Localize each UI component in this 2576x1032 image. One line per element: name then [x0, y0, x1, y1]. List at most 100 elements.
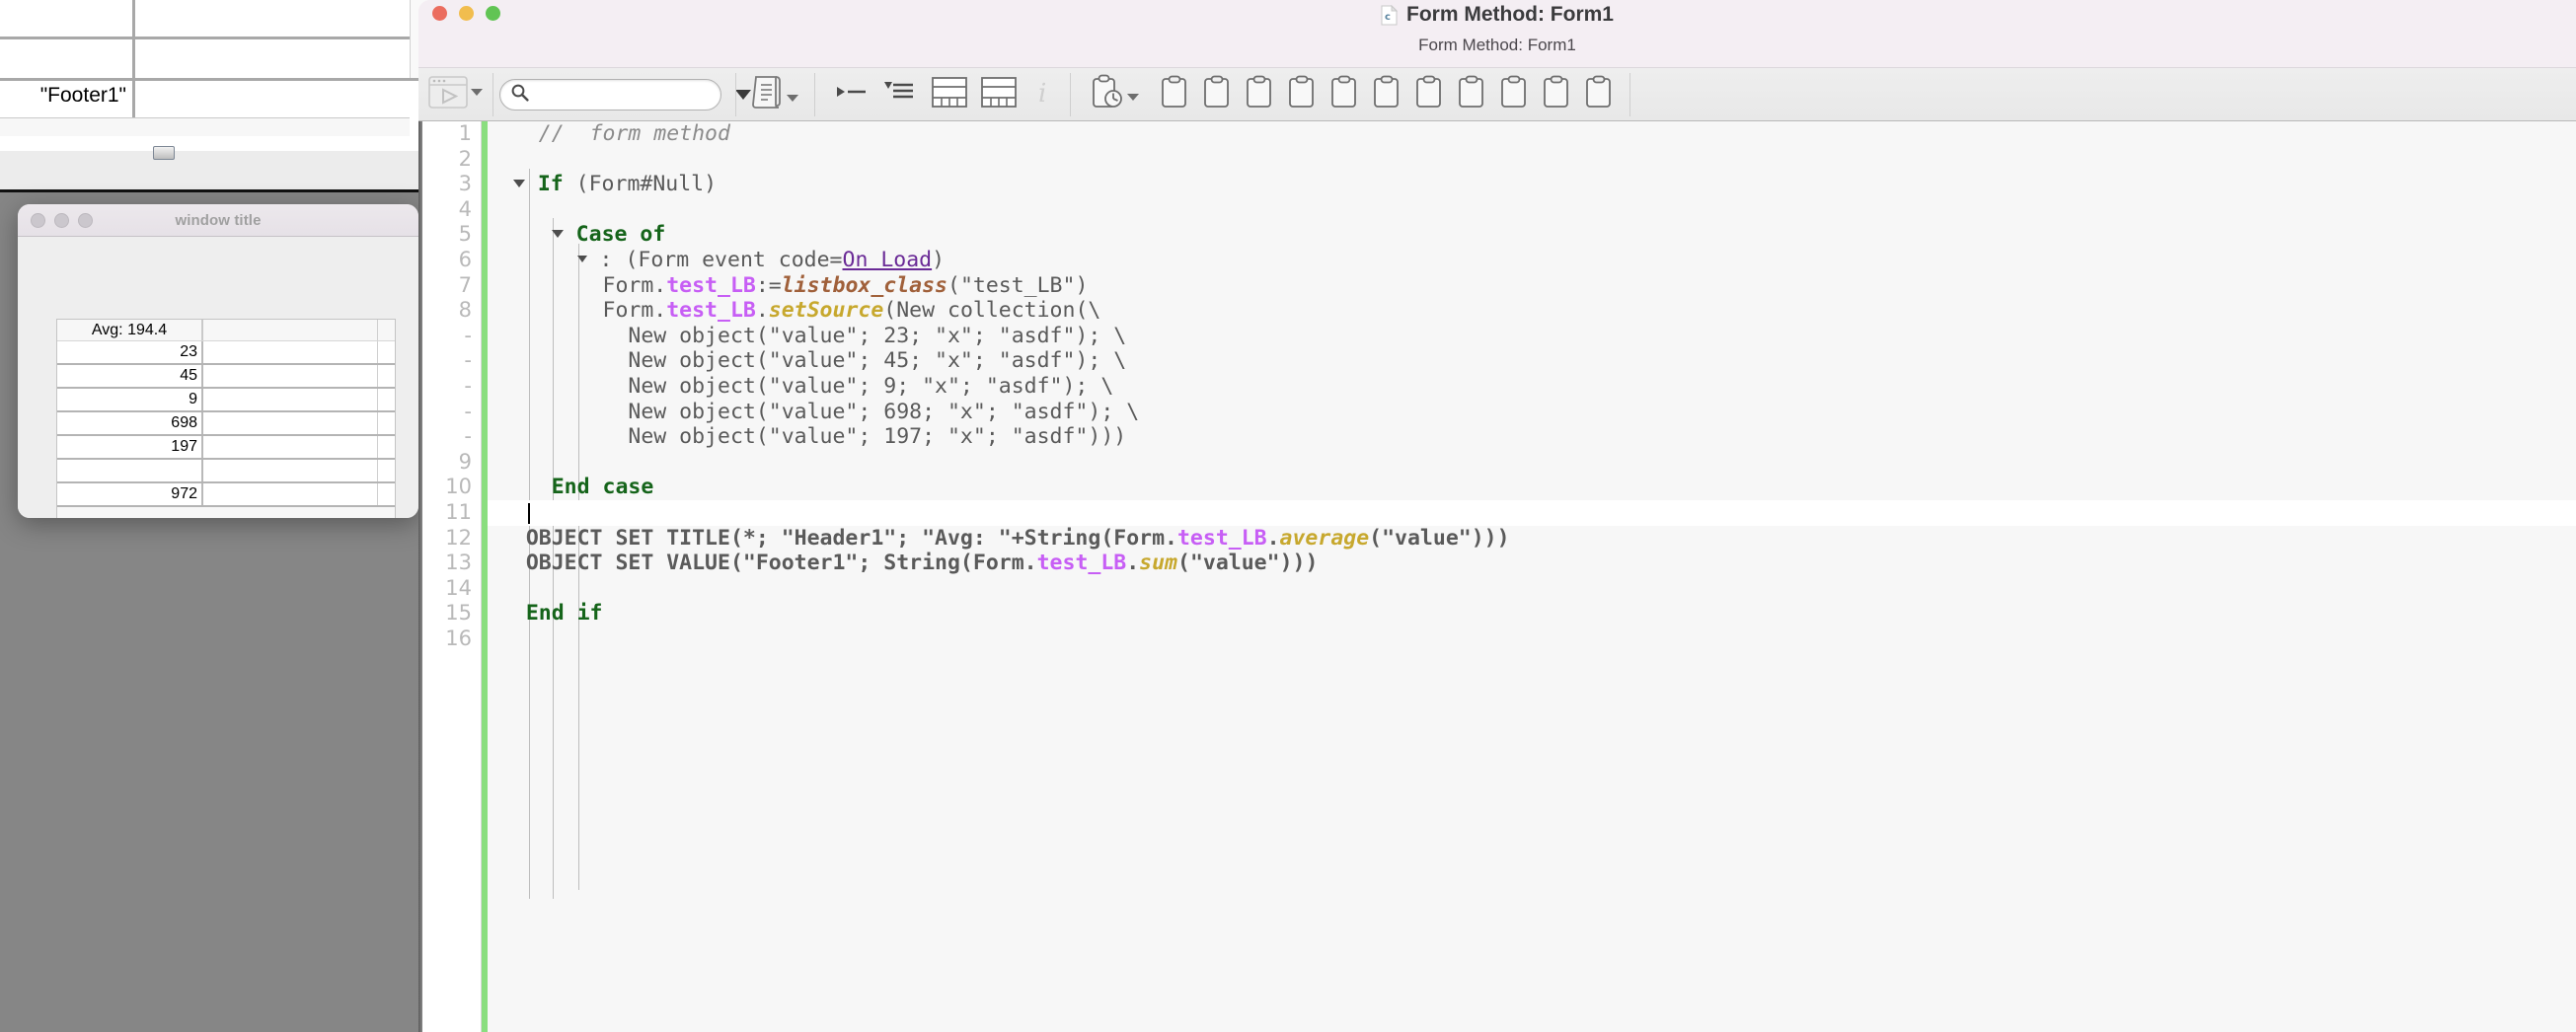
- listbox-row[interactable]: 23: [57, 341, 395, 365]
- clipboard-1[interactable]: [1156, 72, 1193, 117]
- listbox-footer-col2: [201, 483, 377, 505]
- clipboard-9[interactable]: [1495, 72, 1533, 117]
- listbox-cell-col2: [201, 341, 377, 363]
- listbox-cell-col2: [201, 436, 377, 458]
- listbox-row[interactable]: 45: [57, 365, 395, 389]
- step-over-button[interactable]: [831, 72, 872, 117]
- history-dropdown-caret-icon[interactable]: [1127, 94, 1139, 101]
- line-number: 16: [445, 626, 472, 650]
- code-line-8: Form.test_LB.setSource(New collection(\: [488, 298, 1101, 324]
- clipboard-5[interactable]: [1326, 72, 1363, 117]
- listbox-row[interactable]: [57, 460, 395, 483]
- designer-bottom-strip: [0, 117, 410, 136]
- preview-listbox[interactable]: Avg: 194.4 23 45 9 698 197 972: [56, 319, 396, 518]
- code-line-8e: New object("value"; 197; "x"; "asdf"))): [488, 424, 1127, 450]
- form-designer-canvas[interactable]: "Footer1": [0, 0, 449, 151]
- code-line-3: If (Form#Null): [488, 172, 2576, 197]
- table-button-2[interactable]: [977, 72, 1021, 117]
- clipboard-icon: [1160, 75, 1189, 113]
- line-number: 5: [458, 222, 472, 247]
- clipboard-icon: [1372, 75, 1402, 113]
- form-designer-window[interactable]: "Footer1": [0, 0, 486, 192]
- line-number: 10: [445, 475, 472, 499]
- table-icon: [932, 76, 967, 112]
- search-field[interactable]: [499, 78, 751, 111]
- line-number: 8: [458, 298, 472, 323]
- clipboard-7[interactable]: [1410, 72, 1448, 117]
- clipboard-4[interactable]: [1283, 72, 1321, 117]
- line-number: 6: [458, 247, 472, 271]
- line-number: 15: [445, 601, 472, 626]
- preview-window-title: window title: [175, 211, 262, 229]
- listbox-cell-col3: [377, 412, 395, 434]
- clipboard-icon: [1457, 75, 1486, 113]
- listbox-cell-col2: [201, 389, 377, 410]
- listbox-header-col2: [201, 320, 377, 340]
- code-line-11[interactable]: [488, 499, 2576, 526]
- listbox-row[interactable]: 9: [57, 389, 395, 412]
- code-content[interactable]: // form method If (Form#Null) Case of : …: [488, 121, 2576, 1032]
- preview-window[interactable]: window title Avg: 194.4 23 45 9 698 197 972: [18, 204, 418, 518]
- clipboard-icon: [1245, 75, 1274, 113]
- clipboard-6[interactable]: [1368, 72, 1405, 117]
- clipboard-2[interactable]: [1198, 72, 1236, 117]
- clipboard-10[interactable]: [1538, 72, 1575, 117]
- screen-root: "Footer1" window title Avg: 194.4 23 45 9 6…: [0, 0, 2576, 1032]
- info-button[interactable]: i: [1030, 72, 1060, 117]
- run-dropdown-caret-icon[interactable]: [471, 89, 483, 96]
- code-line-7: Form.test_LB:=listbox_class("test_LB"): [488, 272, 1089, 298]
- preview-window-body: Avg: 194.4 23 45 9 698 197 972: [18, 237, 418, 518]
- line-number: -: [464, 348, 472, 373]
- line-number: -: [464, 424, 472, 449]
- listbox-footer-col3: [377, 483, 395, 505]
- listbox-row[interactable]: 698: [57, 412, 395, 436]
- clipboard-11[interactable]: [1580, 72, 1618, 117]
- listbox-cell-value: [57, 460, 201, 481]
- listbox-rows: 23 45 9 698 197: [57, 341, 395, 483]
- listbox-cell-value: 45: [180, 367, 197, 384]
- line-number: 11: [445, 499, 472, 524]
- macros-button[interactable]: [748, 72, 802, 117]
- line-number: 3: [458, 172, 472, 196]
- list-button[interactable]: [878, 72, 920, 117]
- toolbar-separator: [814, 72, 815, 116]
- listbox-empty-tail: [57, 507, 395, 518]
- designer-resize-handle-bottom[interactable]: [153, 146, 175, 160]
- designer-row: [0, 37, 449, 78]
- clipboard-icon: [1499, 75, 1529, 113]
- window-titlebar[interactable]: c Form Method: Form1 Form Method: Form1: [418, 0, 2576, 67]
- preview-window-titlebar[interactable]: window title: [18, 204, 418, 237]
- run-method-button[interactable]: [424, 72, 487, 117]
- code-line-15: End if: [488, 601, 603, 627]
- line-number: 1: [458, 121, 472, 145]
- clipboard-8[interactable]: [1453, 72, 1490, 117]
- toolbar-separator: [1070, 72, 1071, 116]
- listbox-header-col3: [377, 320, 395, 340]
- table-button-1[interactable]: [928, 72, 971, 117]
- window-subtitle: Form Method: Form1: [1418, 36, 1576, 54]
- line-number: 2: [458, 146, 472, 171]
- line-number: 4: [458, 196, 472, 221]
- search-input[interactable]: [535, 85, 735, 104]
- editor-toolbar: i: [418, 67, 2576, 121]
- listbox-cell-col2: [201, 460, 377, 481]
- listbox-cell-col3: [377, 341, 395, 363]
- clipboard-3[interactable]: [1241, 72, 1278, 117]
- fold-triangle-icon: [551, 229, 564, 238]
- listbox-cell-col2: [201, 412, 377, 434]
- history-clipboard-button[interactable]: [1087, 72, 1143, 117]
- listbox-cell-col3: [377, 365, 395, 387]
- clipboard-clock-icon: [1091, 74, 1124, 114]
- code-line-1: // form method: [488, 121, 730, 146]
- macros-dropdown-caret-icon[interactable]: [787, 95, 798, 102]
- code-editor[interactable]: 1 2 3 4 5 6 7 8- - - - -9 10 11 12 13 14 15 16 // form met…: [418, 121, 2576, 1032]
- code-editor-window: c Form Method: Form1 Form Method: Form1: [418, 0, 2576, 1032]
- clipboard-icon: [1414, 75, 1444, 113]
- listbox-row[interactable]: 197: [57, 436, 395, 460]
- clipboard-icon: [1329, 75, 1359, 113]
- designer-footer-cell-label: "Footer1": [39, 84, 126, 107]
- clipboard-icon: [1287, 75, 1317, 113]
